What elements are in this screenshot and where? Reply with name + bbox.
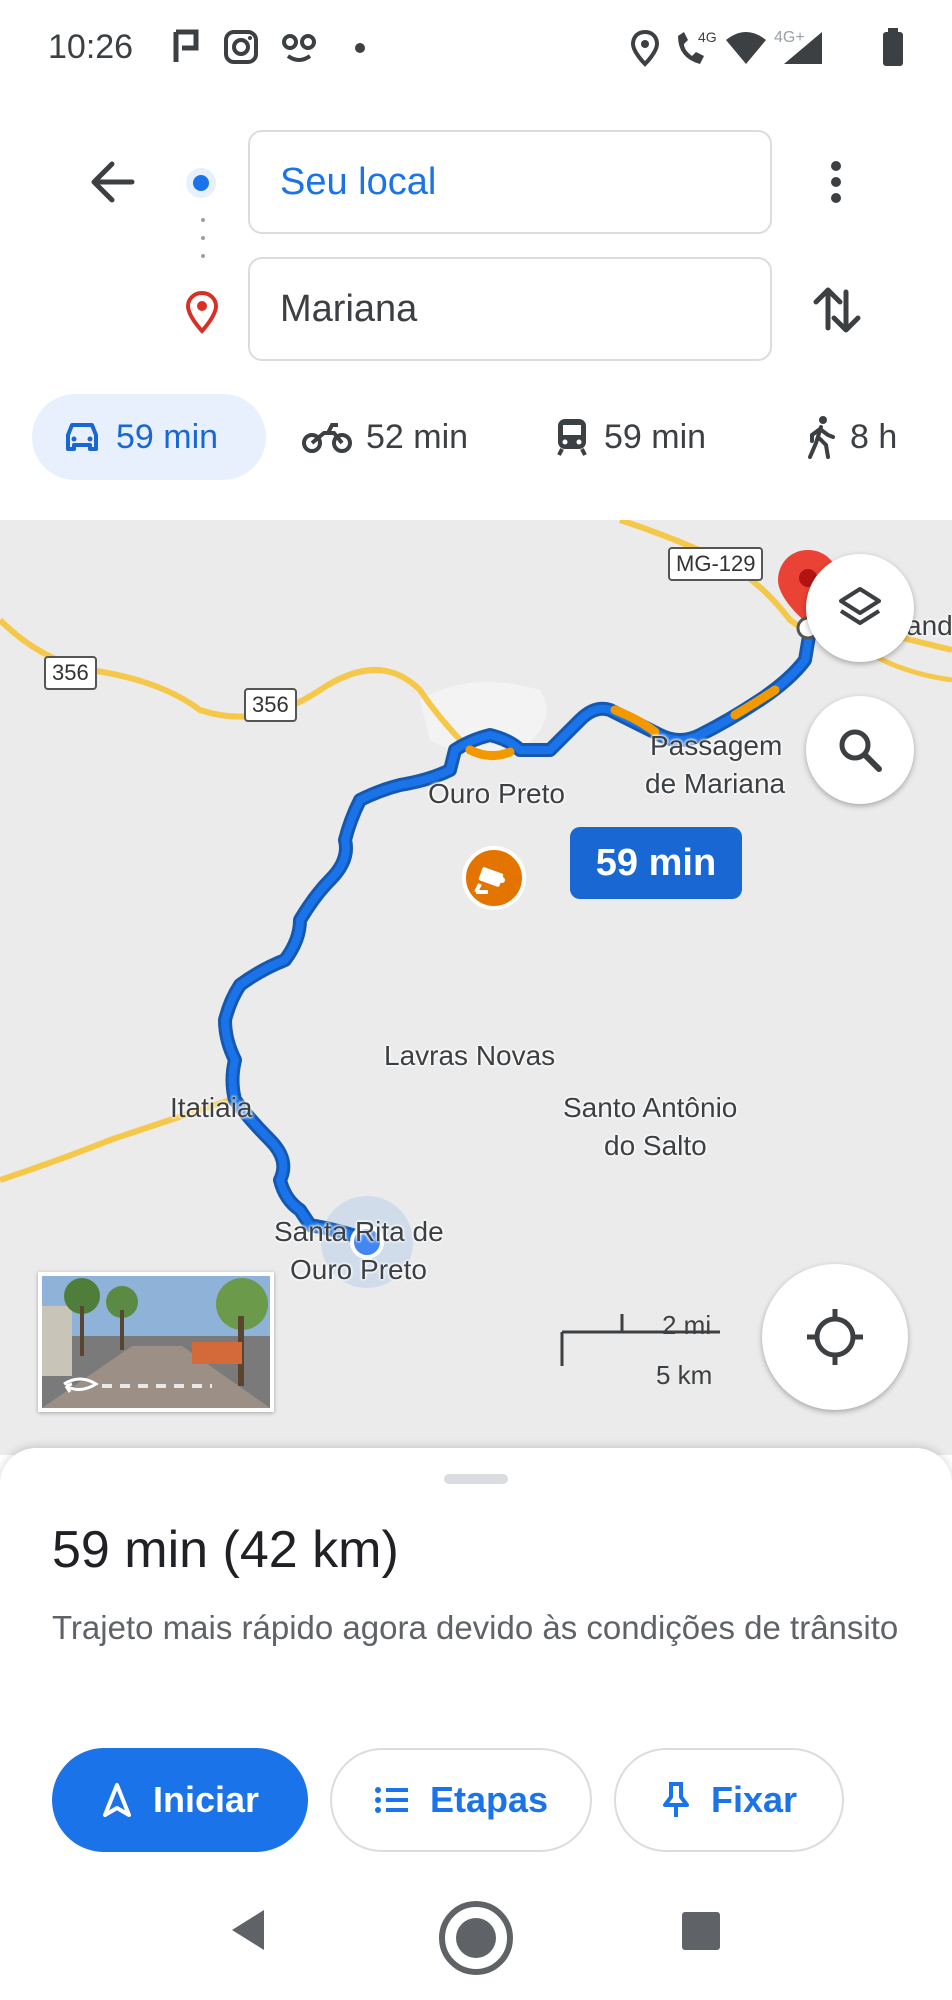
volte-call-icon: 4G — [678, 29, 717, 64]
place-passagem: Passagem — [650, 730, 783, 761]
place-lavras-novas: Lavras Novas — [384, 1040, 556, 1071]
motorcycle-icon — [302, 419, 352, 455]
layers-icon — [839, 587, 881, 625]
map[interactable]: MG-129 356 356 Ouro Preto Passagem de Ma… — [0, 520, 952, 1455]
flag-icon — [173, 29, 199, 62]
swap-icon[interactable] — [806, 278, 866, 342]
place-de-mariana: de Mariana — [645, 768, 786, 799]
mode-transit-label: 59 min — [604, 417, 707, 456]
navigation-arrow-icon — [101, 1782, 133, 1818]
destination-field[interactable]: Mariana — [248, 257, 772, 361]
route-time-bubble[interactable]: 59 min — [570, 827, 742, 899]
pin-icon — [661, 1781, 691, 1819]
battery-icon — [883, 28, 903, 66]
street-view-thumbnail[interactable] — [38, 1272, 274, 1412]
car-icon — [62, 419, 102, 455]
road-shield-mg129: MG-129 — [668, 547, 764, 581]
crosshair-icon — [807, 1309, 863, 1365]
drag-handle[interactable] — [444, 1474, 508, 1484]
place-ouro-preto-2: Ouro Preto — [290, 1254, 427, 1285]
walk-icon — [806, 415, 836, 459]
start-button[interactable]: Iniciar — [52, 1748, 308, 1852]
search-along-route-button[interactable] — [806, 696, 914, 804]
road-shield-356: 356 — [244, 688, 297, 722]
steps-button[interactable]: Etapas — [330, 1748, 592, 1852]
route-description: Trajeto mais rápido agora devido às cond… — [52, 1609, 899, 1646]
nav-home-icon[interactable] — [436, 1898, 516, 1978]
layers-button[interactable] — [806, 554, 914, 662]
transit-icon — [554, 417, 590, 457]
mode-walk-label: 8 h — [850, 417, 898, 456]
route-dot — [201, 218, 205, 222]
origin-dot-icon — [186, 168, 216, 198]
network-label-4gplus: 4G+ — [774, 29, 805, 46]
mode-transit-tab[interactable]: 59 min — [554, 394, 706, 480]
origin-field[interactable]: Seu local — [248, 130, 772, 234]
dot-icon — [355, 43, 365, 53]
pin-button[interactable]: Fixar — [614, 1748, 844, 1852]
nav-back-icon[interactable] — [226, 1906, 270, 1954]
mode-motorcycle-label: 52 min — [366, 417, 469, 456]
pin-button-label: Fixar — [710, 1779, 798, 1820]
steps-button-label: Etapas — [429, 1779, 549, 1820]
place-do-salto: do Salto — [604, 1130, 707, 1161]
mode-motorcycle-tab[interactable]: 52 min — [302, 394, 468, 480]
place-santo-antonio: Santo Antônio — [563, 1092, 738, 1123]
place-santa-rita: Santa Rita de — [274, 1216, 444, 1247]
destination-pin-icon — [185, 290, 219, 334]
speed-camera-icon[interactable] — [462, 846, 526, 910]
scale-km: 5 km — [656, 1360, 713, 1390]
mode-walk-tab[interactable]: 8 h — [806, 394, 897, 480]
route-summary: 59 min (42 km) — [52, 1521, 399, 1579]
rotate-360-icon — [63, 1377, 99, 1393]
instagram-icon — [224, 30, 258, 64]
status-bar: 10:26 4G 4G+ — [0, 0, 952, 100]
location-icon — [630, 29, 660, 67]
nav-recents-icon[interactable] — [680, 1910, 722, 1952]
place-itatiaia: Itatiaia — [170, 1092, 253, 1123]
voicemail-icon — [282, 34, 316, 62]
place-ouro-preto: Ouro Preto — [428, 778, 565, 809]
search-icon — [839, 729, 882, 772]
road-shield-356: 356 — [44, 656, 97, 690]
mode-car-label: 59 min — [116, 417, 219, 456]
route-dot — [201, 236, 205, 240]
recenter-button[interactable] — [762, 1264, 908, 1410]
signal-icon: 4G+ — [774, 29, 822, 64]
wifi-icon — [726, 32, 766, 64]
scale-miles: 2 mi — [662, 1310, 712, 1340]
more-options-icon[interactable] — [806, 150, 866, 214]
start-button-label: Iniciar — [152, 1779, 260, 1820]
mode-car-tab[interactable]: 59 min — [32, 394, 266, 480]
list-icon — [374, 1786, 410, 1814]
network-label-4g: 4G — [698, 29, 717, 45]
route-sheet[interactable]: 59 min (42 km) Trajeto mais rápido agora… — [0, 1448, 952, 2000]
route-dot — [201, 254, 205, 258]
status-time: 10:26 — [48, 28, 134, 66]
back-arrow-icon[interactable] — [84, 150, 148, 214]
